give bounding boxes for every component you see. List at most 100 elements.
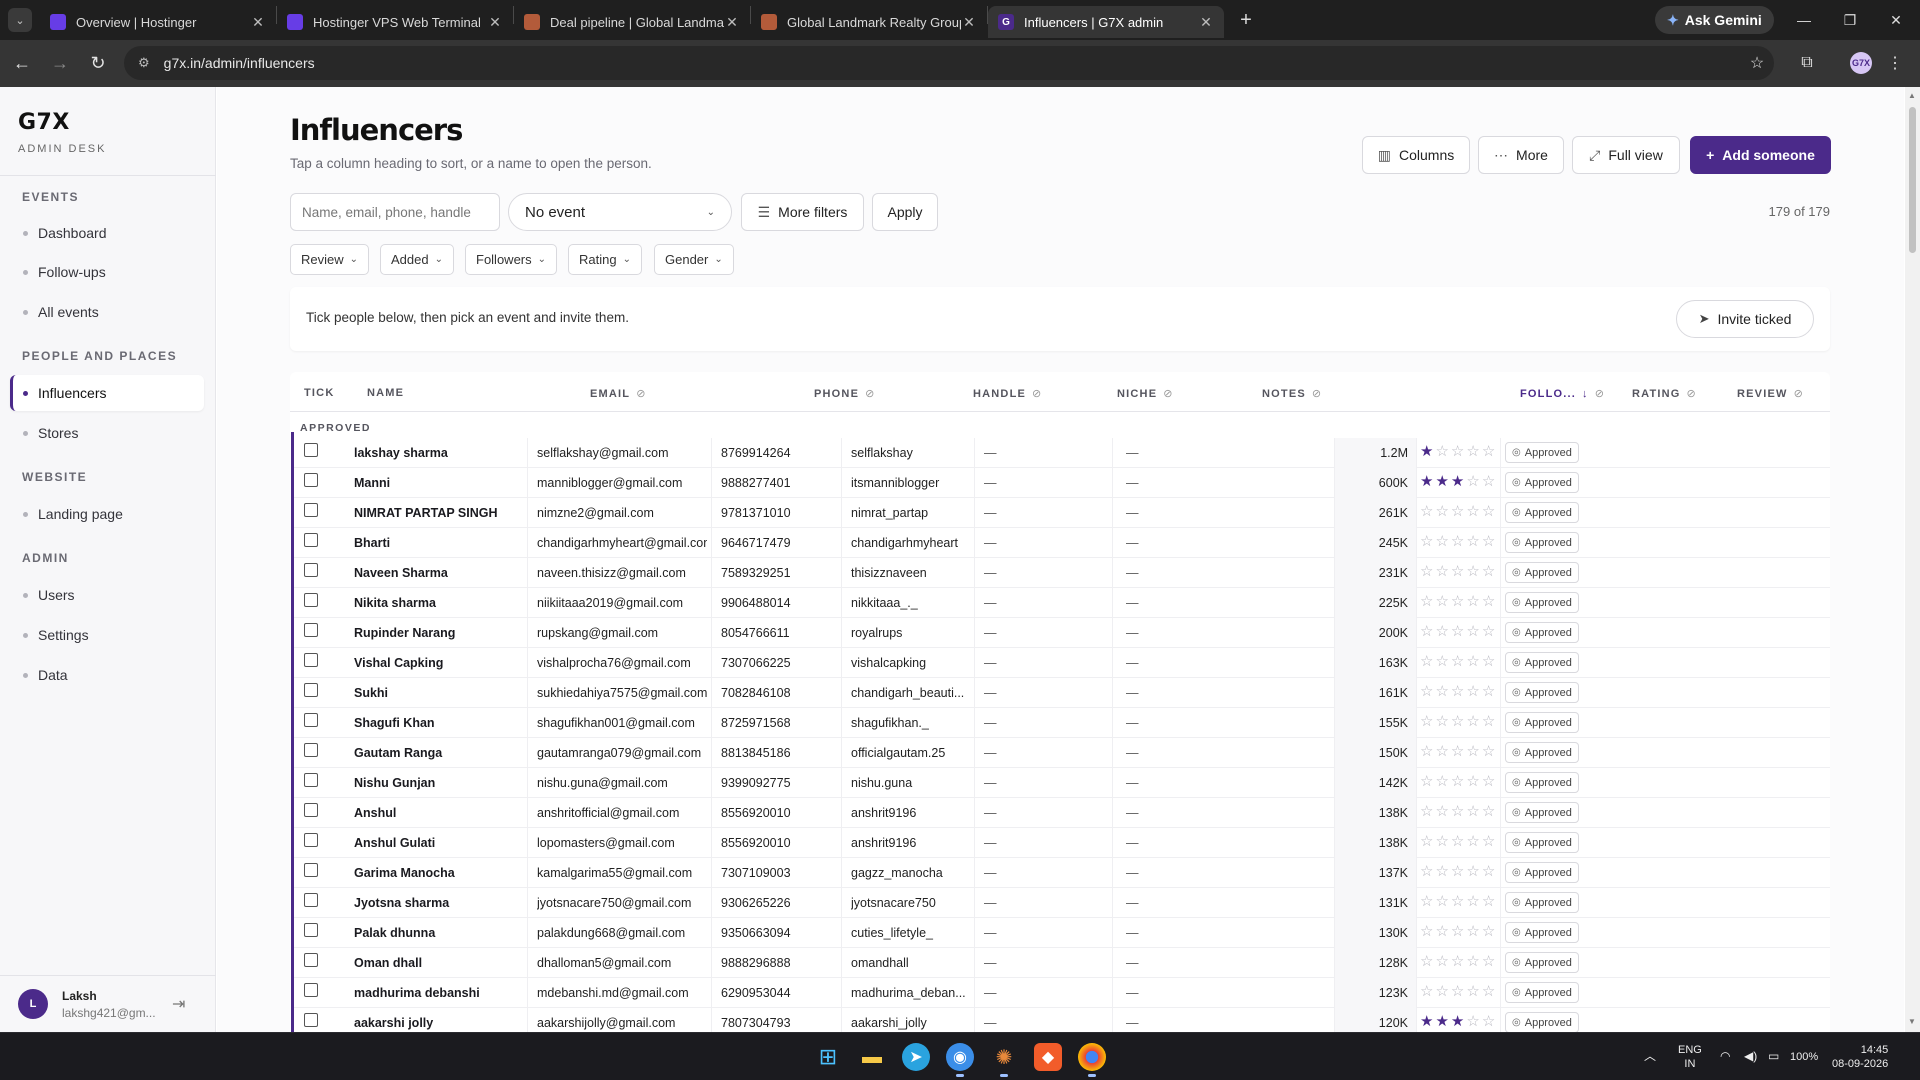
star-icon[interactable]: ☆ [1466,474,1479,490]
star-icon[interactable]: ☆ [1482,624,1495,640]
table-row[interactable]: Oman dhall dhalloman5@gmail.com 9888296888… [294,948,1830,978]
star-icon[interactable]: ☆ [1435,924,1448,940]
star-icon[interactable]: ☆ [1451,954,1464,970]
row-checkbox[interactable] [304,623,318,637]
star-icon[interactable]: ☆ [1466,624,1479,640]
star-icon[interactable]: ☆ [1435,774,1448,790]
back-button[interactable]: ← [6,48,38,80]
tab-search-button[interactable]: ⌄ [0,0,40,40]
star-icon[interactable]: ★ [1435,474,1448,490]
cell-name[interactable]: Palak dhunna [354,926,524,940]
hide-column-icon[interactable]: ⊘ [865,387,875,400]
cell-name[interactable]: Anshul Gulati [354,836,524,850]
docker-icon[interactable]: ◉ [946,1043,974,1077]
cell-name[interactable]: Shagufi Khan [354,716,524,730]
rating-stars[interactable]: ☆ ☆ ☆ ☆ ☆ [1420,714,1495,730]
filter-chip-gender[interactable]: Gender ⌄ [654,244,734,275]
sidebar-item-dashboard[interactable]: Dashboard [10,215,204,251]
status-badge[interactable]: ◎ Approved [1505,982,1579,1003]
extensions-icon[interactable]: ⧉ [1792,48,1822,78]
table-row[interactable]: Anshul Gulati lopomasters@gmail.com 855692… [294,828,1830,858]
star-icon[interactable]: ☆ [1451,984,1464,1000]
star-icon[interactable]: ☆ [1482,684,1495,700]
bookmark-star-icon[interactable]: ☆ [1742,48,1772,78]
star-icon[interactable]: ★ [1451,474,1464,490]
telegram-icon[interactable]: ➤ [902,1043,930,1071]
star-icon[interactable]: ☆ [1451,714,1464,730]
star-icon[interactable]: ☆ [1420,744,1433,760]
filter-chip-added[interactable]: Added ⌄ [380,244,454,275]
tab-close-icon[interactable]: ✕ [250,14,266,31]
star-icon[interactable]: ☆ [1420,984,1433,1000]
battery-icon[interactable]: ▭ [1768,1049,1779,1063]
cell-name[interactable]: Bharti [354,536,524,550]
table-row[interactable]: Bharti chandigarhmyheart@gmail.com 9646717… [294,528,1830,558]
rating-stars[interactable]: ☆ ☆ ☆ ☆ ☆ [1420,894,1495,910]
star-icon[interactable]: ☆ [1451,564,1464,580]
star-icon[interactable]: ☆ [1420,594,1433,610]
star-icon[interactable]: ☆ [1420,714,1433,730]
tab-close-icon[interactable]: ✕ [724,14,740,31]
rating-stars[interactable]: ☆ ☆ ☆ ☆ ☆ [1420,594,1495,610]
star-icon[interactable]: ☆ [1451,894,1464,910]
star-icon[interactable]: ☆ [1435,714,1448,730]
table-row[interactable]: Garima Manocha kamalgarima55@gmail.com 730… [294,858,1830,888]
status-badge[interactable]: ◎ Approved [1505,562,1579,583]
star-icon[interactable]: ☆ [1420,654,1433,670]
event-select[interactable]: No event ⌄ [508,193,732,231]
sidebar-item-influencers[interactable]: Influencers [10,375,204,411]
status-badge[interactable]: ◎ Approved [1505,592,1579,613]
page-scrollbar[interactable]: ▲ ▼ [1905,87,1920,1032]
filter-chip-review[interactable]: Review ⌄ [290,244,370,275]
column-header-handle[interactable]: HANDLE ⊘ [973,387,1042,401]
status-badge[interactable]: ◎ Approved [1505,952,1579,973]
status-badge[interactable]: ◎ Approved [1505,742,1579,763]
star-icon[interactable]: ☆ [1466,564,1479,580]
site-info-icon[interactable]: ⚙ [138,55,150,71]
star-icon[interactable]: ☆ [1451,924,1464,940]
profile-button[interactable]: G7X [1846,48,1876,78]
cell-name[interactable]: Oman dhall [354,956,524,970]
row-checkbox[interactable] [304,473,318,487]
status-badge[interactable]: ◎ Approved [1505,712,1579,733]
column-header-phone[interactable]: PHONE ⊘ [814,387,876,401]
scrollbar-thumb[interactable] [1909,107,1916,253]
rating-stars[interactable]: ★ ★ ★ ☆ ☆ [1420,1014,1495,1030]
status-badge[interactable]: ◎ Approved [1505,862,1579,883]
star-icon[interactable]: ☆ [1482,894,1495,910]
wifi-icon[interactable]: ◠ [1720,1049,1730,1063]
new-tab-button[interactable]: + [1230,4,1262,36]
table-row[interactable]: Nikita sharma niikiitaaa2019@gmail.com 990… [294,588,1830,618]
star-icon[interactable]: ☆ [1435,984,1448,1000]
hide-column-icon[interactable]: ⊘ [1595,387,1605,400]
star-icon[interactable]: ☆ [1435,744,1448,760]
star-icon[interactable]: ☆ [1482,444,1495,460]
tab-close-icon[interactable]: ✕ [961,14,977,31]
hide-column-icon[interactable]: ⊘ [1312,387,1322,400]
cell-name[interactable]: Nishu Gunjan [354,776,524,790]
rating-stars[interactable]: ☆ ☆ ☆ ☆ ☆ [1420,684,1495,700]
star-icon[interactable]: ☆ [1466,1014,1479,1030]
filter-chip-followers[interactable]: Followers ⌄ [465,244,558,275]
row-checkbox[interactable] [304,773,318,787]
address-bar[interactable]: ⚙ g7x.in/admin/influencers [124,46,1774,80]
cell-name[interactable]: Anshul [354,806,524,820]
star-icon[interactable]: ☆ [1482,954,1495,970]
columns-button[interactable]: ▥ Columns [1362,136,1470,174]
more-button[interactable]: ⋯ More [1478,136,1564,174]
status-badge[interactable]: ◎ Approved [1505,472,1579,493]
star-icon[interactable]: ☆ [1435,444,1448,460]
star-icon[interactable]: ★ [1420,1014,1433,1030]
browser-tab[interactable]: Global Landmark Realty Group ✕ [751,6,987,38]
star-icon[interactable]: ☆ [1451,774,1464,790]
cell-name[interactable]: Rupinder Narang [354,626,524,640]
cell-name[interactable]: Sukhi [354,686,524,700]
column-header-tick[interactable]: TICK [304,387,334,399]
star-icon[interactable]: ☆ [1420,624,1433,640]
star-icon[interactable]: ☆ [1420,534,1433,550]
column-header-name[interactable]: NAME [367,387,404,399]
cell-name[interactable]: Gautam Ranga [354,746,524,760]
table-row[interactable]: Shagufi Khan shagufikhan001@gmail.com 8725… [294,708,1830,738]
hide-column-icon[interactable]: ⊘ [1794,387,1804,400]
star-icon[interactable]: ☆ [1466,654,1479,670]
